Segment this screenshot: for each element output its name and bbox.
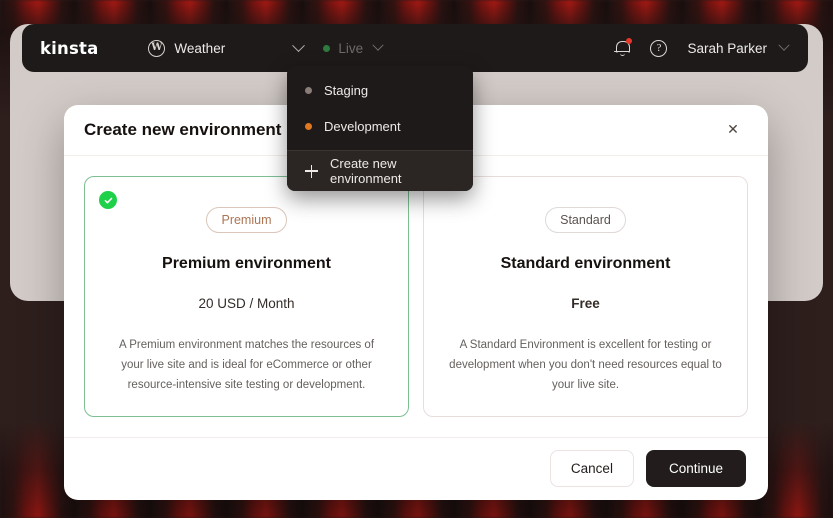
chevron-down-icon [292,38,306,52]
chevron-down-icon [778,39,790,51]
help-circle-icon[interactable]: ? [650,39,668,57]
option-title: Premium environment [162,255,331,273]
environment-dropdown-menu: Staging Development Create new environme… [287,66,473,191]
status-dot-icon [323,44,331,52]
chevron-down-icon [372,39,384,51]
continue-button[interactable]: Continue [645,450,746,488]
screen: kinsta W Weather Live ? Sarah Parker Sta… [0,0,833,518]
environment-label: Live [338,40,364,56]
dropdown-item-label: Development [324,118,401,134]
dropdown-item-create-new-environment[interactable]: Create new environment [287,151,473,191]
option-description: A Premium environment matches the resour… [118,339,375,392]
site-selector[interactable]: W Weather [148,38,306,57]
tier-badge: Standard [545,207,626,234]
user-name-label: Sarah Parker [687,40,767,56]
bell-clapper [619,53,625,56]
wordpress-icon: W [148,39,166,57]
dropdown-item-label: Staging [324,82,369,98]
notification-badge [626,37,633,44]
user-menu[interactable]: Sarah Parker [687,39,790,56]
plus-icon [305,164,318,178]
selected-check-icon [99,191,117,210]
option-price: 20 USD / Month [198,296,295,312]
option-price: Free [571,296,600,312]
option-card-premium[interactable]: Premium Premium environment 20 USD / Mon… [84,176,409,417]
dropdown-item-label: Create new environment [330,156,402,186]
modal-body: Premium Premium environment 20 USD / Mon… [64,156,768,436]
notifications-button[interactable] [614,37,633,57]
close-icon[interactable]: ✕ [722,119,744,141]
option-description: A Standard Environment is excellent for … [449,339,722,392]
option-title: Standard environment [500,255,671,273]
option-card-standard[interactable]: Standard Standard environment Free A Sta… [423,176,748,417]
cancel-button[interactable]: Cancel [549,450,634,488]
status-dot-icon [305,122,312,130]
site-name-label: Weather [174,40,226,56]
topbar-actions: ? Sarah Parker [614,37,790,57]
page-title: Create new environment [84,120,282,140]
modal-footer: Cancel Continue [64,436,768,500]
top-navigation-bar: kinsta W Weather Live ? Sarah Parker [22,24,808,72]
status-dot-icon [305,86,312,94]
dropdown-item-development[interactable]: Development [287,108,473,144]
dropdown-item-staging[interactable]: Staging [287,72,473,108]
kinsta-logo: kinsta [40,38,99,58]
environment-selector[interactable]: Live [323,39,384,56]
tier-badge: Premium [206,207,287,234]
